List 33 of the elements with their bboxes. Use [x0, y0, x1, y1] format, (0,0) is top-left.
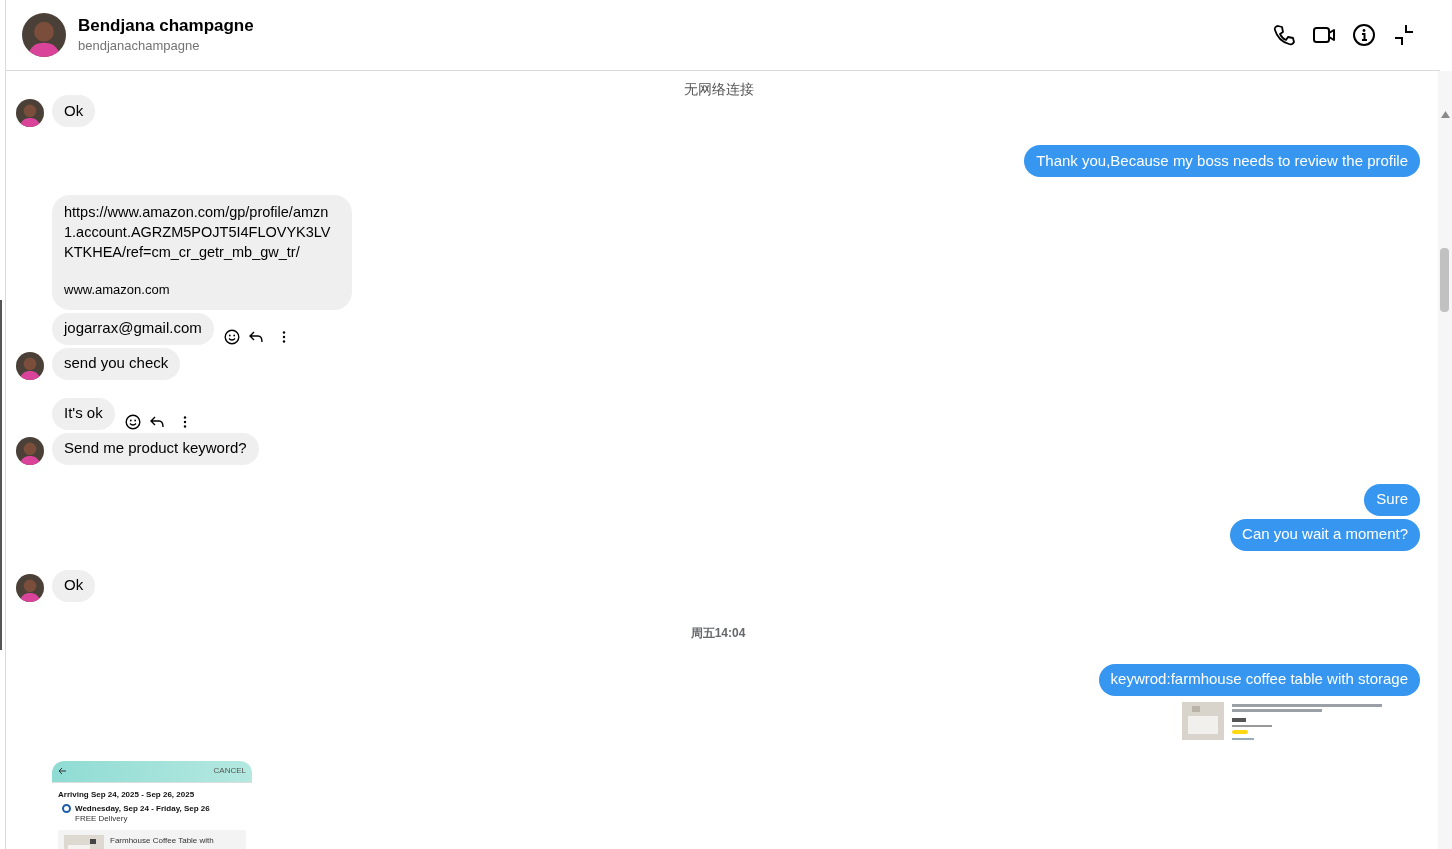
scrollbar-thumb[interactable]	[1440, 248, 1449, 312]
link-preview[interactable]: https://www.amazon.com/gp/profile/amzn1.account.AGRZM5POJT5I4FLOVYK3LVKTKHEA/ref=cm_cr_getr_mb_gw_tr/ www.amazon.com	[52, 195, 352, 310]
delivery-option: Wednesday, Sep 24 - Friday, Sep 26	[75, 803, 210, 814]
product-title: Farmhouse Coffee Table with	[110, 834, 214, 847]
avatar	[22, 13, 66, 57]
scrollbar[interactable]	[1438, 71, 1452, 849]
message-bubble: Thank you,Because my boss needs to review the profile	[1024, 145, 1420, 177]
radio-button[interactable]	[62, 803, 71, 813]
delivery-note: FREE Delivery	[75, 813, 129, 824]
message-bubble: It's ok	[52, 397, 115, 430]
info-icon[interactable]	[1352, 23, 1376, 47]
phone-icon[interactable]	[1272, 23, 1296, 47]
link-text[interactable]: https://www.amazon.com/gp/profile/amzn1.account.AGRZM5POJT5I4FLOVYK3LVKTKHEA/ref=cm_cr_getr_mb_gw_tr/	[64, 202, 340, 262]
contact-name: Bendjana champagne	[78, 15, 255, 37]
scroll-up-icon[interactable]	[1441, 111, 1450, 118]
connection-notice: 无网络连接	[684, 81, 754, 97]
collapse-icon[interactable]	[1392, 23, 1416, 47]
message-bubble: Can you wait a moment?	[1230, 518, 1420, 551]
delivery-title: Arriving Sep 24, 2025 - Sep 26, 2025	[57, 788, 196, 801]
contact-username: bendjanachampagne	[78, 37, 201, 55]
back-arrow-icon[interactable]	[58, 767, 66, 775]
link-domain: www.amazon.com	[64, 281, 171, 299]
message-bubble: send you check	[52, 347, 181, 380]
timestamp: 周五14:04	[690, 624, 746, 642]
message-bubble: Ok	[52, 95, 96, 127]
message-bubble: Ok	[52, 569, 96, 602]
cancel-link[interactable]: CANCEL	[213, 765, 246, 777]
message-bubble: keywrod:farmhouse coffee table with storage	[1098, 663, 1420, 696]
message-bubble: Send me product keyword?	[52, 432, 259, 465]
emoji-icon[interactable]	[223, 328, 240, 345]
message-bubble: Sure	[1364, 483, 1420, 516]
message-bubble: jogarrax@gmail.com	[52, 312, 214, 345]
emoji-icon[interactable]	[124, 413, 141, 430]
